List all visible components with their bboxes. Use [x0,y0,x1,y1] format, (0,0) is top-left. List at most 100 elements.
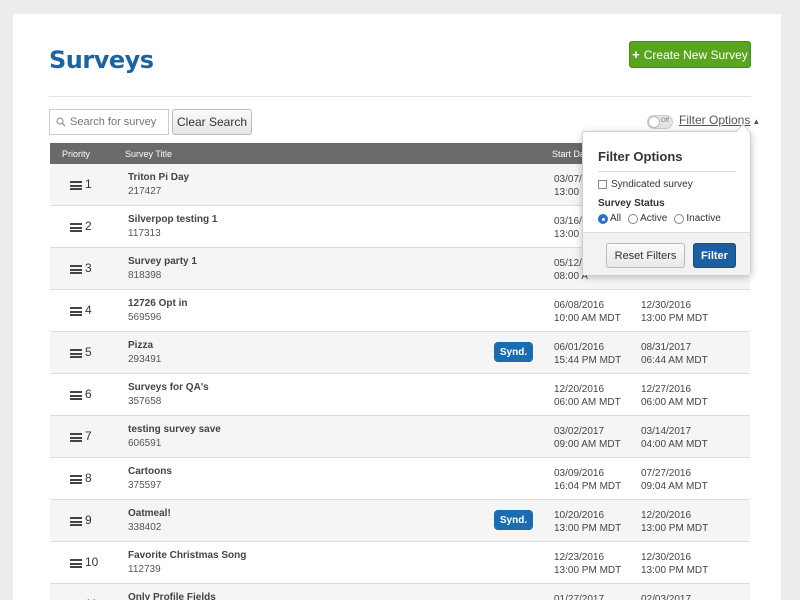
column-header-priority[interactable]: Priority [62,149,90,159]
status-radio-active[interactable]: Active [628,213,667,224]
table-row[interactable]: 6 Surveys for QA's 357658 12/20/2016 06:00 A… [50,374,750,416]
priority-value: 4 [85,303,92,317]
survey-name[interactable]: Cartoons [128,466,172,477]
survey-id: 818398 [128,270,162,281]
survey-name[interactable]: Surveys for QA's [128,382,209,393]
start-date: 12/20/2016 [554,384,605,395]
end-time: 04:00 AM MDT [641,439,708,450]
priority-value: 2 [85,219,92,233]
survey-name[interactable]: Survey party 1 [128,256,197,267]
start-date-cell: 03/09/2016 16:04 PM MDT [554,467,621,493]
start-time: 15:44 PM MDT [554,355,622,366]
status-radio-inactive[interactable]: Inactive [674,213,721,224]
status-option-label: Active [640,213,668,224]
end-time: 06:00 AM MDT [641,397,708,408]
start-date-cell: 12/20/2016 06:00 AM MDT [554,383,621,409]
end-date: 12/30/2016 [641,552,692,563]
survey-name[interactable]: Favorite Christmas Song [128,550,246,561]
start-date: 06/08/2016 [554,300,605,311]
search-icon [56,117,66,127]
end-date-cell: 08/31/2017 06:44 AM MDT [641,341,708,367]
status-option-label: All [610,213,622,224]
start-date: 03/09/2016 [554,468,605,479]
survey-name[interactable]: Silverpop testing 1 [128,214,217,225]
filter-options-label: Filter Options [679,113,751,127]
create-survey-button[interactable]: + Create New Survey [629,41,751,68]
filter-toggle[interactable]: Off [647,115,673,129]
drag-handle-icon[interactable] [70,559,82,568]
priority-value: 3 [85,261,92,275]
table-row[interactable]: 9 Oatmeal! 338402 Synd. 10/20/2016 13:00 PM M… [50,500,750,542]
table-row[interactable]: 5 Pizza 293491 Synd. 06/01/2016 15:44 PM MDT 0… [50,332,750,374]
table-row[interactable]: 4 12726 Opt in 569596 06/08/2016 10:00 AM MD… [50,290,750,332]
end-date-cell: 03/14/2017 04:00 AM MDT [641,425,708,451]
survey-name[interactable]: Pizza [128,340,153,351]
survey-name[interactable]: Triton Pi Day [128,172,189,183]
filter-options-popover: Filter Options Syndicated survey Survey … [582,123,751,275]
drag-handle-icon[interactable] [70,349,82,358]
survey-status-label: Survey Status [598,198,665,209]
end-date-cell: 07/27/2016 09:04 AM MDT [641,467,708,493]
drag-handle-icon[interactable] [70,223,82,232]
end-date: 08/31/2017 [641,342,692,353]
radio-icon[interactable] [628,213,639,224]
drag-handle-icon[interactable] [70,391,82,400]
start-date: 03/02/2017 [554,426,605,437]
survey-id: 606591 [128,438,162,449]
syndicated-badge: Synd. [494,510,533,530]
syndicated-badge: Synd. [494,342,533,362]
survey-name[interactable]: Only Profile Fields [128,592,216,600]
priority-value: 10 [85,555,99,569]
drag-handle-icon[interactable] [70,181,82,190]
radio-icon[interactable] [674,213,685,224]
table-row[interactable]: 10 Favorite Christmas Song 112739 12/23/201… [50,542,750,584]
start-date-cell: 06/08/2016 10:00 AM MDT [554,299,621,325]
column-header-start-date[interactable]: Start Da [552,149,585,159]
start-time: 13:00 PM MDT [554,565,622,576]
start-time: 10:00 AM MDT [554,313,621,324]
search-input[interactable] [70,116,164,128]
end-date: 12/27/2016 [641,384,692,395]
end-time: 13:00 PM MDT [641,523,709,534]
start-date-cell: 01/27/2017 [554,593,604,600]
end-date: 12/30/2016 [641,300,692,311]
drag-handle-icon[interactable] [70,265,82,274]
drag-handle-icon[interactable] [70,307,82,316]
header-divider [49,96,751,97]
table-row[interactable]: 7 testing survey save 606591 03/02/2017 09:0… [50,416,750,458]
start-date-cell: 06/01/2016 15:44 PM MDT [554,341,621,367]
survey-name[interactable]: Oatmeal! [128,508,171,519]
toggle-knob [648,116,660,128]
survey-id: 375597 [128,480,162,491]
syndicated-checkbox[interactable]: Syndicated survey [598,179,693,190]
survey-name[interactable]: 12726 Opt in [128,298,187,309]
drag-handle-icon[interactable] [70,517,82,526]
start-date: 12/23/2016 [554,552,605,563]
survey-id: 117313 [128,228,161,239]
caret-up-icon: ▲ [752,117,761,126]
survey-id: 293491 [128,354,162,365]
table-row[interactable]: 11Only Profile Fields01/27/201702/03/201… [50,584,750,600]
radio-selected-icon[interactable] [598,213,608,224]
end-date: 12/20/2016 [641,510,692,521]
plus-icon: + [632,47,640,62]
table-row[interactable]: 8 Cartoons 375597 03/09/2016 16:04 PM MDT 07/… [50,458,750,500]
checkbox-box[interactable] [598,180,607,189]
create-survey-label: Create New Survey [643,47,748,62]
end-date: 02/03/2017 [641,594,692,600]
clear-search-button[interactable]: Clear Search [172,109,252,135]
reset-filters-button[interactable]: Reset Filters [606,243,685,268]
status-radio-all[interactable]: All [598,213,621,224]
page-title: Surveys [49,46,154,74]
end-date: 07/27/2016 [641,468,692,479]
apply-filter-button[interactable]: Filter [693,243,736,268]
survey-id: 357658 [128,396,162,407]
end-date-cell: 02/03/2017 [641,593,691,600]
column-header-title[interactable]: Survey Title [125,149,172,159]
search-box[interactable] [49,109,169,135]
drag-handle-icon[interactable] [70,433,82,442]
filter-options-link[interactable]: Filter Options ▲ [679,113,760,127]
drag-handle-icon[interactable] [70,475,82,484]
priority-value: 1 [85,177,92,191]
survey-name[interactable]: testing survey save [128,424,221,435]
